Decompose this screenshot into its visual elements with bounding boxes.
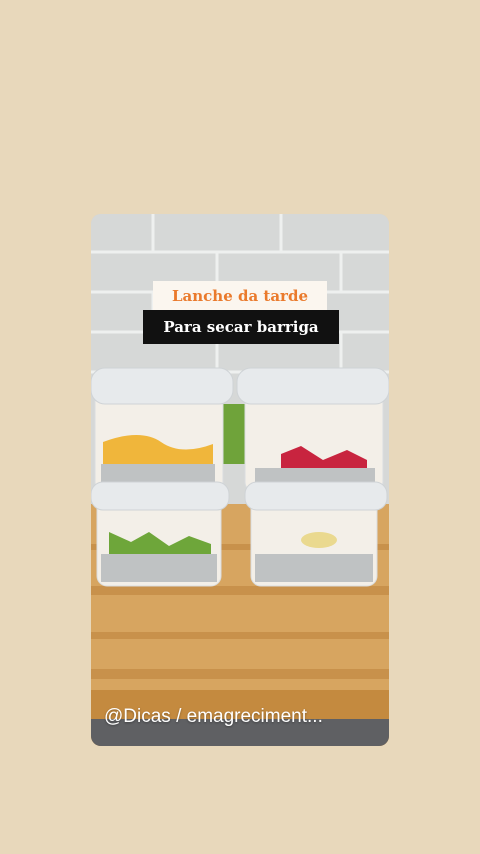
caption-snack-title: Lanche da tarde [153,281,327,310]
caption-goal-subtitle: Para secar barriga [143,310,339,344]
author-handle-link[interactable]: @Dicas / emagreciment... [104,706,384,728]
